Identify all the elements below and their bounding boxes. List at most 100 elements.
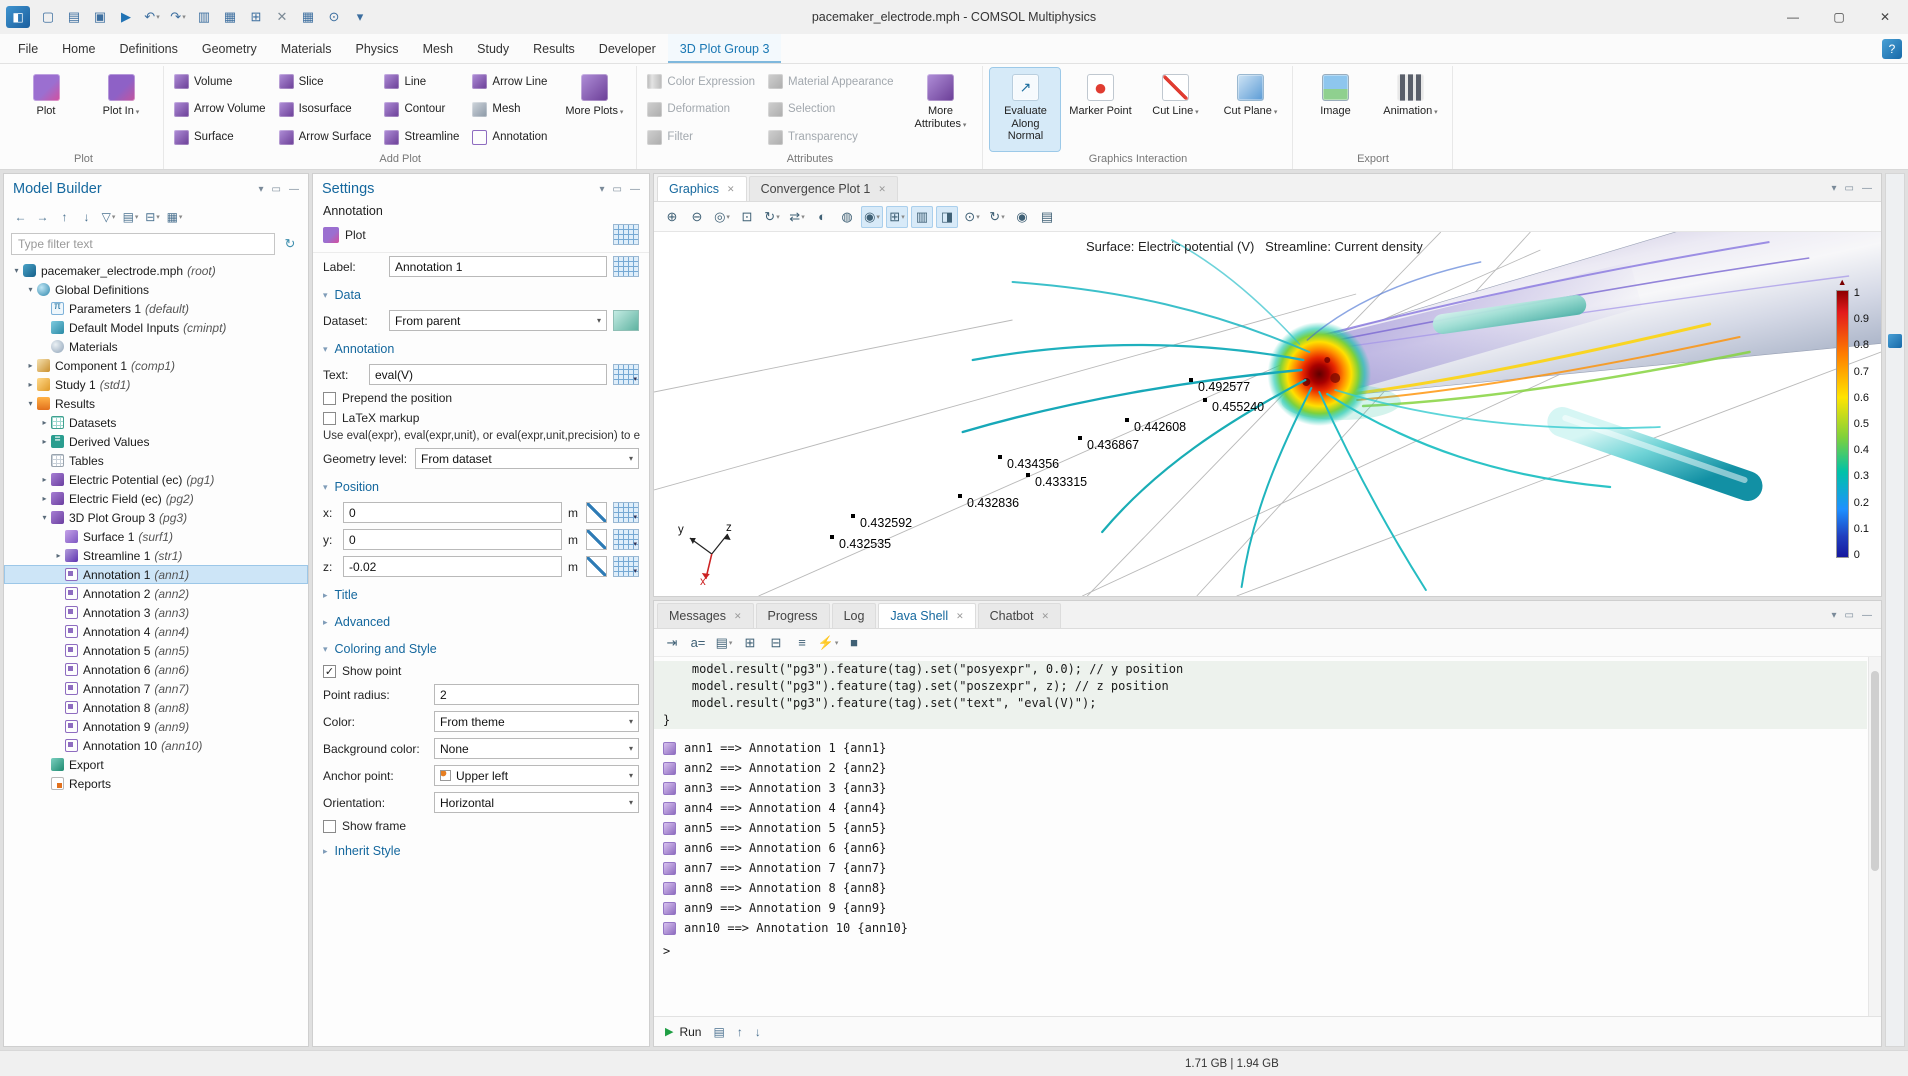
ribbon-tab[interactable]: Study <box>465 34 521 63</box>
tree-item[interactable]: Reports <box>4 774 308 793</box>
panel-control-icon[interactable]: ▾ <box>1832 183 1837 194</box>
background-color-select[interactable]: None <box>434 738 639 759</box>
ribbon-button[interactable]: Evaluate Along Normal <box>990 68 1060 151</box>
tree-item[interactable]: ▸ Derived Values <box>4 432 308 451</box>
panel-control-icon[interactable]: ▭ <box>613 184 622 195</box>
toolbar-icon[interactable]: ↑ <box>55 207 74 227</box>
tree-expander-icon[interactable]: ▸ <box>38 494 51 503</box>
quick-access-button[interactable]: ▥ <box>192 5 216 29</box>
runbar-icon[interactable]: ▤ <box>713 1025 724 1039</box>
graphics-toolbar-icon[interactable]: ▥ <box>911 206 933 228</box>
graphics-toolbar-icon[interactable]: ◎ <box>711 206 733 228</box>
console-toolbar-icon[interactable]: ■ <box>843 632 865 654</box>
expression-menu-button[interactable] <box>613 529 639 550</box>
panel-control-icon[interactable]: ▭ <box>1845 183 1854 194</box>
tree-item[interactable]: ▾ 3D Plot Group 3 (pg3) <box>4 508 308 527</box>
panel-control-icon[interactable]: — <box>289 184 299 195</box>
graphics-toolbar-icon[interactable]: ◉ <box>1011 206 1033 228</box>
toolbar-icon[interactable]: ↓ <box>77 207 96 227</box>
graphics-toolbar-icon[interactable]: ▤ <box>1036 206 1058 228</box>
console-toolbar-icon[interactable]: ▤ <box>713 632 735 654</box>
tree-item[interactable]: Parameters 1 (default) <box>4 299 308 318</box>
panel-control-icon[interactable]: ▭ <box>1845 610 1854 621</box>
window-control-button[interactable]: ▢ <box>1816 0 1862 34</box>
tree-item[interactable]: ▾ Results <box>4 394 308 413</box>
geometry-level-select[interactable]: From dataset <box>415 448 639 469</box>
panel-control-icon[interactable]: ▭ <box>272 184 281 195</box>
ribbon-button[interactable]: Deformation <box>644 96 762 124</box>
ribbon-tab[interactable]: Definitions <box>108 34 190 63</box>
expression-menu-button[interactable] <box>613 502 639 523</box>
ribbon-button[interactable]: Cut Plane <box>1215 68 1285 151</box>
console-toolbar-icon[interactable]: ⊟ <box>765 632 787 654</box>
toolbar-icon[interactable]: ▦ <box>165 207 184 227</box>
latex-markup-checkbox[interactable] <box>323 412 336 425</box>
shell-scrollbar[interactable] <box>1868 657 1881 1016</box>
ribbon-button[interactable]: Surface <box>171 123 273 151</box>
ribbon-button[interactable]: Filter <box>644 123 762 151</box>
ribbon-button[interactable]: Cut Line <box>1140 68 1210 151</box>
ribbon-button[interactable]: Contour <box>381 96 466 124</box>
show-point-checkbox[interactable] <box>323 665 336 678</box>
ribbon-tab[interactable]: Mesh <box>411 34 466 63</box>
quick-access-button[interactable]: ◧ <box>6 6 30 28</box>
text-expression-menu-button[interactable] <box>613 364 639 385</box>
ribbon-button[interactable]: Mesh <box>469 96 554 124</box>
tree-expander-icon[interactable]: ▾ <box>24 285 37 294</box>
collapsed-panel-icon[interactable] <box>1888 334 1902 348</box>
tree-item[interactable]: ▸ Datasets <box>4 413 308 432</box>
ribbon-button[interactable]: Annotation <box>469 123 554 151</box>
help-icon[interactable]: ? <box>1882 39 1902 59</box>
plot-options-button[interactable] <box>613 224 639 245</box>
ribbon-tab[interactable]: Results <box>521 34 587 63</box>
tree-expander-icon[interactable]: ▾ <box>38 513 51 522</box>
console-tab[interactable]: Chatbot <box>978 603 1061 628</box>
ribbon-button[interactable]: Material Appearance <box>765 68 900 96</box>
console-tab[interactable]: Java Shell <box>878 603 975 628</box>
ribbon-button[interactable]: Streamline <box>381 123 466 151</box>
graphics-toolbar-icon[interactable]: ⇄ <box>786 206 808 228</box>
graphics-toolbar-icon[interactable]: ↻ <box>986 206 1008 228</box>
ribbon-tab[interactable]: Developer <box>587 34 668 63</box>
panel-control-icon[interactable]: — <box>630 184 640 195</box>
ribbon-button[interactable]: More Attributes <box>905 68 975 151</box>
tree-item[interactable]: ▾ pacemaker_electrode.mph (root) <box>4 261 308 280</box>
plot-canvas[interactable]: Surface: Electric potential (V) Streamli… <box>654 232 1881 596</box>
tree-item[interactable]: Export <box>4 755 308 774</box>
ribbon-button[interactable]: Slice <box>276 68 379 96</box>
graphics-toolbar-icon[interactable]: ◐ <box>811 206 833 228</box>
ribbon-tab[interactable]: File <box>6 34 50 63</box>
section-header-annotation[interactable]: Annotation <box>313 334 649 361</box>
quick-access-button[interactable]: ⊞ <box>244 5 268 29</box>
tree-item[interactable]: Annotation 2 (ann2) <box>4 584 308 603</box>
quick-access-button[interactable]: ▦ <box>218 5 242 29</box>
range-graph-button[interactable] <box>586 502 607 523</box>
quick-access-button[interactable]: ↷ <box>166 5 190 29</box>
section-header-position[interactable]: Position <box>313 472 649 499</box>
coordinate-input[interactable] <box>343 556 562 577</box>
tree-expander-icon[interactable]: ▸ <box>24 380 37 389</box>
range-graph-button[interactable] <box>586 529 607 550</box>
tree-item[interactable]: Annotation 5 (ann5) <box>4 641 308 660</box>
tree-item[interactable]: Default Model Inputs (cminpt) <box>4 318 308 337</box>
ribbon-button[interactable]: Arrow Line <box>469 68 554 96</box>
tree-item[interactable]: ▾ Global Definitions <box>4 280 308 299</box>
quick-access-button[interactable]: ▦ <box>296 5 320 29</box>
tree-item[interactable]: Annotation 10 (ann10) <box>4 736 308 755</box>
tree-item[interactable]: Annotation 3 (ann3) <box>4 603 308 622</box>
graphics-toolbar-icon[interactable]: ⊡ <box>736 206 758 228</box>
ribbon-button[interactable]: Arrow Surface <box>276 123 379 151</box>
toolbar-icon[interactable]: → <box>33 207 52 227</box>
tree-item[interactable]: ▸ Study 1 (std1) <box>4 375 308 394</box>
tree-item[interactable]: Annotation 4 (ann4) <box>4 622 308 641</box>
toolbar-icon[interactable]: ▽ <box>99 207 118 227</box>
ribbon-button[interactable]: Volume <box>171 68 273 96</box>
shell-prompt[interactable]: > <box>654 938 1881 964</box>
console-tab[interactable]: Messages <box>657 603 754 628</box>
tree-item[interactable]: Surface 1 (surf1) <box>4 527 308 546</box>
ribbon-button[interactable]: Isosurface <box>276 96 379 124</box>
quick-access-button[interactable]: ▢ <box>36 5 60 29</box>
tree-item[interactable]: Annotation 7 (ann7) <box>4 679 308 698</box>
point-radius-input[interactable] <box>434 684 639 705</box>
toolbar-icon[interactable]: ← <box>11 207 30 227</box>
